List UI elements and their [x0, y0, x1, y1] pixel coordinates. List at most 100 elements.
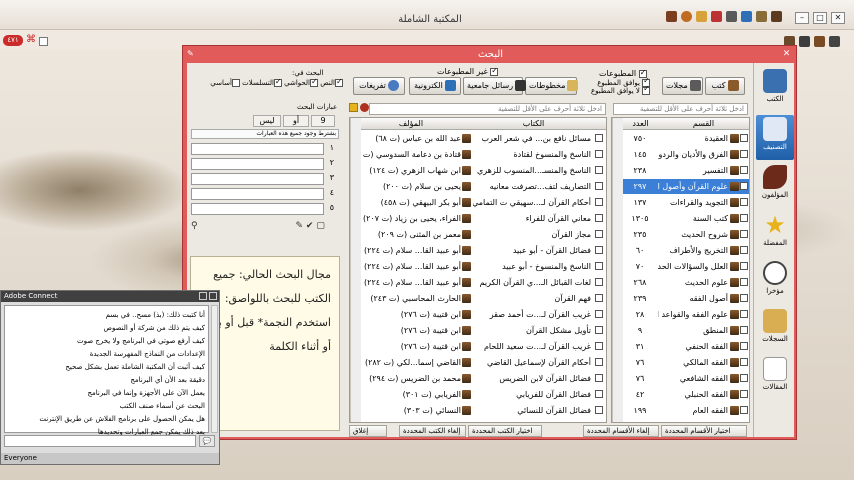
- chat-send-button[interactable]: 💬: [199, 435, 215, 447]
- book-checkbox[interactable]: [595, 214, 603, 222]
- category-checkbox[interactable]: [740, 310, 748, 318]
- author-column-header[interactable]: المؤلف: [361, 118, 461, 130]
- book-row[interactable]: الفراء، يحيى بن زياد (ت ٢٠٧) معاني القرآن…: [361, 211, 606, 226]
- term-input[interactable]: [191, 188, 324, 200]
- unprinted-checkbox[interactable]: [490, 66, 499, 76]
- settings-icon[interactable]: [829, 36, 840, 47]
- pen-icon[interactable]: [756, 11, 767, 22]
- match-printed-filter[interactable]: يوافق المطبوع لا يوافق المطبوع: [591, 77, 651, 95]
- category-checkbox[interactable]: [740, 198, 748, 206]
- book-row[interactable]: قتادة بن دعامة السدوسي (ت ١١٧) الناسخ وال…: [361, 147, 606, 162]
- book-row[interactable]: الحارث المحاسبي (ت ٢٤٣) فهم القرآن: [361, 291, 606, 306]
- unprinted-filter[interactable]: غير المطبوعات: [437, 66, 499, 76]
- select-categories-button[interactable]: اختيار الأقسام المحددة: [661, 425, 747, 437]
- category-checkbox[interactable]: [740, 262, 748, 270]
- category-row[interactable]: ٤٢ الفقه الحنبلي: [623, 387, 749, 402]
- book-row[interactable]: أبو بكر البيهقي (ت ٤٥٨) أحكام القرآن لـ..…: [361, 195, 606, 210]
- book-checkbox[interactable]: [595, 262, 603, 270]
- count-column-header[interactable]: العدد: [623, 118, 658, 130]
- category-checkbox[interactable]: [740, 214, 748, 222]
- basic-checkbox[interactable]: [231, 79, 240, 87]
- book-row[interactable]: الفريابي (ت ٣٠١) فضائل القرآن للفريابي: [361, 387, 606, 402]
- category-row[interactable]: ٢٩٧ علوم القرآن وأصول التفسير: [623, 179, 749, 194]
- books-scrollbar[interactable]: [350, 118, 361, 422]
- book-checkbox[interactable]: [595, 310, 603, 318]
- chat-audience[interactable]: Everyone: [1, 453, 219, 464]
- book-row[interactable]: ابن قتيبة (ت ٢٧٦) غريب القرآن لـ...ت أحمد…: [361, 307, 606, 322]
- term-input[interactable]: [191, 203, 324, 215]
- category-row[interactable]: ٣١ الفقه الحنفي: [623, 339, 749, 354]
- nav-articles[interactable]: المقالات: [756, 355, 794, 400]
- book-checkbox[interactable]: [595, 358, 603, 366]
- check-icon[interactable]: ✔: [306, 221, 314, 231]
- pdf-icon[interactable]: ⌘: [26, 34, 36, 46]
- category-checkbox[interactable]: [740, 294, 748, 302]
- category-checkbox[interactable]: [740, 246, 748, 254]
- paint-icon[interactable]: ✎: [295, 221, 303, 231]
- maximize-button[interactable]: □: [813, 12, 827, 24]
- term-input[interactable]: [191, 173, 324, 185]
- gear-icon[interactable]: [360, 103, 369, 112]
- book-checkbox[interactable]: [595, 278, 603, 286]
- chat-menu-icon[interactable]: [199, 292, 207, 300]
- book-checkbox[interactable]: [595, 198, 603, 206]
- nav-records[interactable]: السجلات: [756, 307, 794, 352]
- book-row[interactable]: معمر بن المثنى (ت ٢٠٩) مجاز القرآن: [361, 227, 606, 242]
- electronic-filter-button[interactable]: الكترونية: [409, 77, 461, 95]
- term-input[interactable]: [191, 143, 324, 155]
- category-checkbox[interactable]: [740, 358, 748, 366]
- magazines-filter-button[interactable]: مجلات: [662, 77, 703, 95]
- category-checkbox[interactable]: [740, 134, 748, 142]
- book-checkbox[interactable]: [595, 230, 603, 238]
- printed-filter[interactable]: المطبوعات: [599, 68, 647, 78]
- category-row[interactable]: ١٩٩ الفقه العام: [623, 403, 749, 418]
- category-checkbox[interactable]: [740, 326, 748, 334]
- book-checkbox[interactable]: [595, 406, 603, 414]
- book-row[interactable]: النسائي (ت ٣٠٣) فضائل القرآن للنسائي: [361, 403, 606, 418]
- category-row[interactable]: ١٣٠٥ كتب السنة: [623, 211, 749, 226]
- book-checkbox[interactable]: [595, 390, 603, 398]
- nav-recent[interactable]: مؤخرا: [756, 259, 794, 304]
- book-row[interactable]: ابن قتيبة (ت ٢٧٦) تأويل مشكل القرآن: [361, 323, 606, 338]
- globe-icon[interactable]: [681, 11, 692, 22]
- tab-or[interactable]: أو: [283, 115, 309, 127]
- theses-filter-button[interactable]: رسائل جامعية: [463, 77, 527, 95]
- book-checkbox[interactable]: [595, 326, 603, 334]
- text-checkbox[interactable]: [335, 77, 343, 87]
- minimize-button[interactable]: –: [795, 12, 809, 24]
- nav-classification[interactable]: التصنيف: [756, 115, 794, 160]
- categories-scrollbar[interactable]: [612, 118, 623, 422]
- category-row[interactable]: ٢٣٩ أصول الفقه: [623, 291, 749, 306]
- category-checkbox[interactable]: [740, 406, 748, 414]
- book-checkbox[interactable]: [595, 246, 603, 254]
- sequences-checkbox[interactable]: [273, 77, 282, 87]
- book-row[interactable]: ابن شهاب الزهري (ت ١٢٤) الناسخ والمنسـ...…: [361, 163, 606, 178]
- category-checkbox[interactable]: [740, 374, 748, 382]
- category-row[interactable]: ٧٥٠ العقيدة: [623, 131, 749, 146]
- book-checkbox[interactable]: [595, 374, 603, 382]
- footnotes-checkbox[interactable]: [310, 77, 318, 87]
- categories-filter-input[interactable]: ادخل ثلاثة أحرف على الأقل للتصفية: [613, 103, 748, 115]
- envelope-icon[interactable]: [696, 11, 707, 22]
- nav-books[interactable]: الكتب: [756, 67, 794, 112]
- info-icon[interactable]: [741, 11, 752, 22]
- category-row[interactable]: ١٣٧ التجويد والقراءات: [623, 195, 749, 210]
- book-row[interactable]: ابن قتيبة (ت ٢٧٦) غريب القرآن لـ...ت سعيد…: [361, 339, 606, 354]
- book-checkbox[interactable]: [595, 166, 603, 174]
- book-checkbox[interactable]: [595, 342, 603, 350]
- nav-authors[interactable]: المؤلفون: [756, 163, 794, 208]
- category-checkbox[interactable]: [740, 278, 748, 286]
- category-row[interactable]: ٧٦ الفقه الشافعي: [623, 371, 749, 386]
- category-row[interactable]: ٢٣٨ التفسير: [623, 163, 749, 178]
- not-match-printed-checkbox[interactable]: [642, 85, 651, 95]
- book-open-icon[interactable]: [771, 11, 782, 22]
- title-column-header[interactable]: الكتاب: [461, 118, 606, 130]
- category-checkbox[interactable]: [740, 182, 748, 190]
- folder-icon[interactable]: [349, 103, 358, 112]
- book-checkbox[interactable]: [595, 182, 603, 190]
- books-filter-button[interactable]: كتب: [705, 77, 745, 95]
- clear-books-button[interactable]: إلغاء الكتب المحددة: [399, 425, 466, 437]
- category-row[interactable]: ١٤٥ الفرق والأديان والردود: [623, 147, 749, 162]
- manuscripts-filter-button[interactable]: مخطوطات: [525, 77, 579, 95]
- book-checkbox[interactable]: [595, 294, 603, 302]
